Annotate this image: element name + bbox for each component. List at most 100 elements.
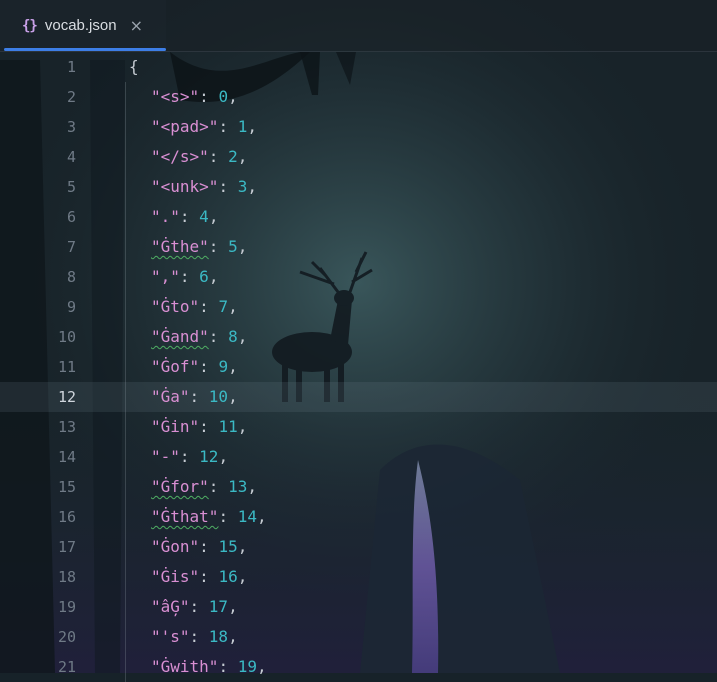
editor-line[interactable]: 15 "Ġfor": 13, (0, 472, 717, 502)
comma: , (208, 267, 219, 286)
colon: : (199, 297, 219, 316)
comma: , (208, 207, 219, 226)
json-key: "Ġis" (151, 567, 200, 586)
json-value: 8 (228, 327, 238, 346)
json-value: 0 (218, 87, 229, 106)
code-text: "Ġis": 16, (151, 562, 247, 592)
editor-line[interactable]: 12 "Ġa": 10, (0, 382, 717, 412)
colon: : (208, 327, 229, 346)
code-text: "Ġthe": 5, (151, 232, 247, 262)
tab-filename: vocab.json (44, 17, 117, 34)
json-key: "âĢ" (151, 597, 190, 616)
json-value: 3 (237, 177, 248, 196)
json-value: 7 (218, 297, 229, 316)
line-number: 15 (57, 478, 76, 496)
comma: , (237, 327, 248, 346)
line-number: 9 (66, 298, 76, 316)
comma: , (228, 597, 238, 616)
editor-line[interactable]: 19 "âĢ": 17, (0, 592, 717, 622)
comma: , (228, 87, 238, 106)
colon: : (218, 177, 238, 196)
comma: , (256, 657, 267, 676)
line-number: 21 (57, 658, 76, 676)
json-key: "Ġin" (151, 417, 200, 436)
colon: : (189, 387, 209, 406)
line-number: 17 (57, 538, 76, 556)
colon: : (199, 537, 219, 556)
editor-line[interactable]: 1{ (0, 52, 717, 82)
json-key: "<pad>" (151, 117, 219, 136)
line-number: 10 (57, 328, 76, 346)
json-value: 4 (199, 207, 209, 226)
code-text: "<unk>": 3, (151, 172, 257, 202)
editor-line[interactable]: 14 "-": 12, (0, 442, 717, 472)
json-value: 9 (218, 357, 229, 376)
editor-line[interactable]: 8 ",": 6, (0, 262, 717, 292)
open-brace: { (129, 57, 139, 76)
json-key: "," (151, 267, 180, 286)
editor-line[interactable]: 5 "<unk>": 3, (0, 172, 717, 202)
braces-icon: {} (22, 17, 38, 34)
line-number: 4 (66, 148, 76, 166)
json-key: "." (151, 207, 180, 226)
colon: : (179, 267, 200, 286)
editor-line[interactable]: 16 "Ġthat": 14, (0, 502, 717, 532)
json-key: "Ġwith" (151, 657, 219, 676)
code-text: "Ġto": 7, (151, 292, 238, 322)
editor-line[interactable]: 17 "Ġon": 15, (0, 532, 717, 562)
editor-line[interactable]: 6 ".": 4, (0, 202, 717, 232)
code-text: "'s": 18, (151, 622, 238, 652)
line-number: 12 (57, 388, 76, 406)
tab-vocab-json[interactable]: {} vocab.json × (0, 0, 166, 51)
editor-line[interactable]: 3 "<pad>": 1, (0, 112, 717, 142)
json-key: "<s>" (151, 87, 200, 106)
comma: , (237, 237, 248, 256)
json-key: "Ġthe" (151, 237, 209, 256)
json-key: "</s>" (151, 147, 209, 166)
code-text: "Ġwith": 19, (151, 652, 267, 682)
line-number: 13 (57, 418, 76, 436)
colon: : (199, 417, 219, 436)
code-text: "Ġand": 8, (151, 322, 247, 352)
colon: : (208, 237, 229, 256)
json-value: 15 (218, 537, 238, 556)
json-key: "Ġfor" (151, 477, 209, 496)
editor-line[interactable]: 4 "</s>": 2, (0, 142, 717, 172)
close-icon[interactable]: × (130, 16, 143, 35)
editor-line[interactable]: 2 "<s>": 0, (0, 82, 717, 112)
colon: : (189, 597, 209, 616)
code-text: "Ġa": 10, (151, 382, 238, 412)
line-number: 16 (57, 508, 76, 526)
json-value: 5 (228, 237, 238, 256)
code-text: "</s>": 2, (151, 142, 247, 172)
line-number: 1 (66, 58, 76, 76)
line-number: 3 (66, 118, 76, 136)
line-number: 11 (57, 358, 76, 376)
active-tab-indicator (4, 48, 166, 51)
code-text: "Ġthat": 14, (151, 502, 267, 532)
code-text: "Ġin": 11, (151, 412, 247, 442)
json-key: "Ġto" (151, 297, 200, 316)
json-value: 2 (228, 147, 238, 166)
json-key: "-" (151, 447, 180, 466)
editor-line[interactable]: 13 "Ġin": 11, (0, 412, 717, 442)
line-number: 5 (66, 178, 76, 196)
editor-line[interactable]: 11 "Ġof": 9, (0, 352, 717, 382)
code-editor[interactable]: 1{2 "<s>": 0, 3 "<pad>": 1, 4 "</s>": 2, 5 "<un… (0, 52, 717, 682)
comma: , (228, 297, 238, 316)
colon: : (218, 507, 238, 526)
json-key: "Ġand" (151, 327, 209, 346)
editor-line[interactable]: 9 "Ġto": 7, (0, 292, 717, 322)
editor-line[interactable]: 21 "Ġwith": 19, (0, 652, 717, 682)
json-key: "'s" (151, 627, 190, 646)
editor-line[interactable]: 7 "Ġthe": 5, (0, 232, 717, 262)
editor-line[interactable]: 10 "Ġand": 8, (0, 322, 717, 352)
editor-line[interactable]: 18 "Ġis": 16, (0, 562, 717, 592)
editor-line[interactable]: 20 "'s": 18, (0, 622, 717, 652)
json-value: 11 (218, 417, 238, 436)
code-text: "Ġon": 15, (151, 532, 247, 562)
json-key: "Ġon" (151, 537, 200, 556)
json-key: "<unk>" (151, 177, 219, 196)
json-value: 6 (199, 267, 209, 286)
comma: , (237, 417, 248, 436)
